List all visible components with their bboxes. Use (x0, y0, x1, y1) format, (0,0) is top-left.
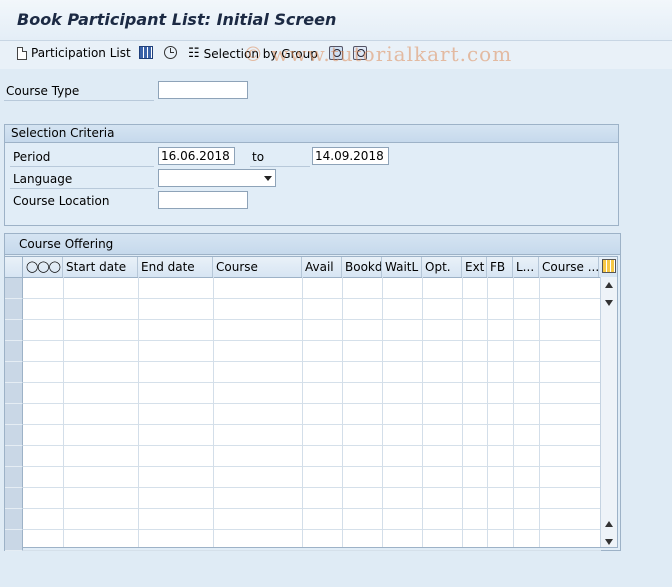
row-selector[interactable] (5, 341, 23, 362)
column-header-fb[interactable]: FB (487, 257, 513, 277)
divider (10, 166, 154, 167)
selection-criteria-title: Selection Criteria (11, 126, 115, 140)
chevron-down-icon[interactable] (264, 176, 272, 181)
course-offering-table: ◯◯◯ Start date End date Course Avail Boo… (4, 256, 618, 551)
clock-button[interactable] (164, 46, 177, 59)
table-row[interactable] (5, 278, 601, 299)
participation-list-label: Participation List (31, 46, 131, 60)
divider (539, 277, 540, 547)
course-type-input[interactable] (158, 81, 248, 99)
title-bar: Book Participant List: Initial Screen (0, 0, 672, 40)
table-row[interactable] (5, 320, 601, 341)
row-selector[interactable] (5, 467, 23, 488)
scroll-down-icon[interactable] (605, 300, 613, 306)
divider (302, 277, 303, 547)
column-config-icon[interactable] (602, 259, 616, 273)
divider (382, 277, 383, 547)
divider (10, 188, 154, 189)
table-row[interactable] (5, 341, 601, 362)
selection-criteria-group: Selection Criteria (4, 124, 619, 226)
document-icon (17, 46, 27, 60)
table-row[interactable] (5, 530, 601, 551)
column-header-opt[interactable]: Opt. (422, 257, 462, 277)
table-header: ◯◯◯ Start date End date Course Avail Boo… (5, 257, 617, 278)
column-header-l[interactable]: L... (513, 257, 539, 277)
grid-button[interactable] (139, 46, 153, 59)
clock-icon (164, 46, 177, 59)
column-header-bookd[interactable]: Bookd (342, 257, 382, 277)
period-from-input[interactable]: 16.06.2018 (158, 147, 235, 165)
divider (213, 277, 214, 547)
table-row[interactable] (5, 467, 601, 488)
select-all-corner[interactable] (5, 257, 23, 277)
column-header-course-2[interactable]: Course ... (539, 257, 599, 277)
divider (422, 277, 423, 547)
row-selector[interactable] (5, 320, 23, 341)
row-selector[interactable] (5, 383, 23, 404)
page-title: Book Participant List: Initial Screen (17, 10, 337, 29)
tree-icon: ☷ (188, 46, 200, 61)
row-selector[interactable] (5, 488, 23, 509)
table-row[interactable] (5, 488, 601, 509)
table-row[interactable] (5, 299, 601, 320)
table-row[interactable] (5, 425, 601, 446)
divider (462, 277, 463, 547)
to-label: to (252, 150, 265, 164)
divider (250, 166, 310, 167)
table-row[interactable] (5, 404, 601, 425)
language-label: Language (13, 172, 73, 186)
column-header-avail[interactable]: Avail (302, 257, 342, 277)
page-down-icon[interactable] (605, 539, 613, 545)
row-selector[interactable] (5, 425, 23, 446)
divider (342, 277, 343, 547)
course-location-label: Course Location (13, 194, 110, 208)
course-type-label: Course Type (6, 84, 80, 98)
course-offering-header: Course Offering (5, 234, 620, 255)
table-row[interactable] (5, 383, 601, 404)
table-row[interactable] (5, 446, 601, 467)
divider (63, 277, 64, 547)
column-header-course[interactable]: Course (213, 257, 302, 277)
period-label: Period (13, 150, 51, 164)
vertical-scrollbar[interactable] (600, 277, 617, 547)
row-selector[interactable] (5, 278, 23, 299)
table-row[interactable] (5, 509, 601, 530)
course-offering-title: Course Offering (19, 237, 114, 251)
divider (138, 277, 139, 547)
column-header-ext[interactable]: Ext (462, 257, 487, 277)
column-header-start-date[interactable]: Start date (63, 257, 138, 277)
scroll-up-icon[interactable] (605, 282, 613, 288)
divider (4, 100, 154, 101)
language-select[interactable] (158, 169, 276, 187)
participation-list-button[interactable]: Participation List (17, 46, 131, 60)
column-header-end-date[interactable]: End date (138, 257, 213, 277)
divider (513, 277, 514, 547)
row-selector[interactable] (5, 530, 23, 551)
period-to-input[interactable]: 14.09.2018 (312, 147, 389, 165)
row-selector[interactable] (5, 446, 23, 467)
course-location-input[interactable] (158, 191, 248, 209)
row-selector[interactable] (5, 299, 23, 320)
row-selector[interactable] (5, 404, 23, 425)
column-header-status[interactable]: ◯◯◯ (23, 257, 63, 277)
column-header-waitl[interactable]: WaitL (382, 257, 422, 277)
selection-criteria-header: Selection Criteria (5, 125, 618, 143)
divider (487, 277, 488, 547)
watermark: © www.tutorialkart.com (243, 42, 513, 66)
grid-icon (139, 46, 153, 59)
row-selector[interactable] (5, 362, 23, 383)
page-up-icon[interactable] (605, 521, 613, 527)
row-selector[interactable] (5, 509, 23, 530)
table-row[interactable] (5, 362, 601, 383)
